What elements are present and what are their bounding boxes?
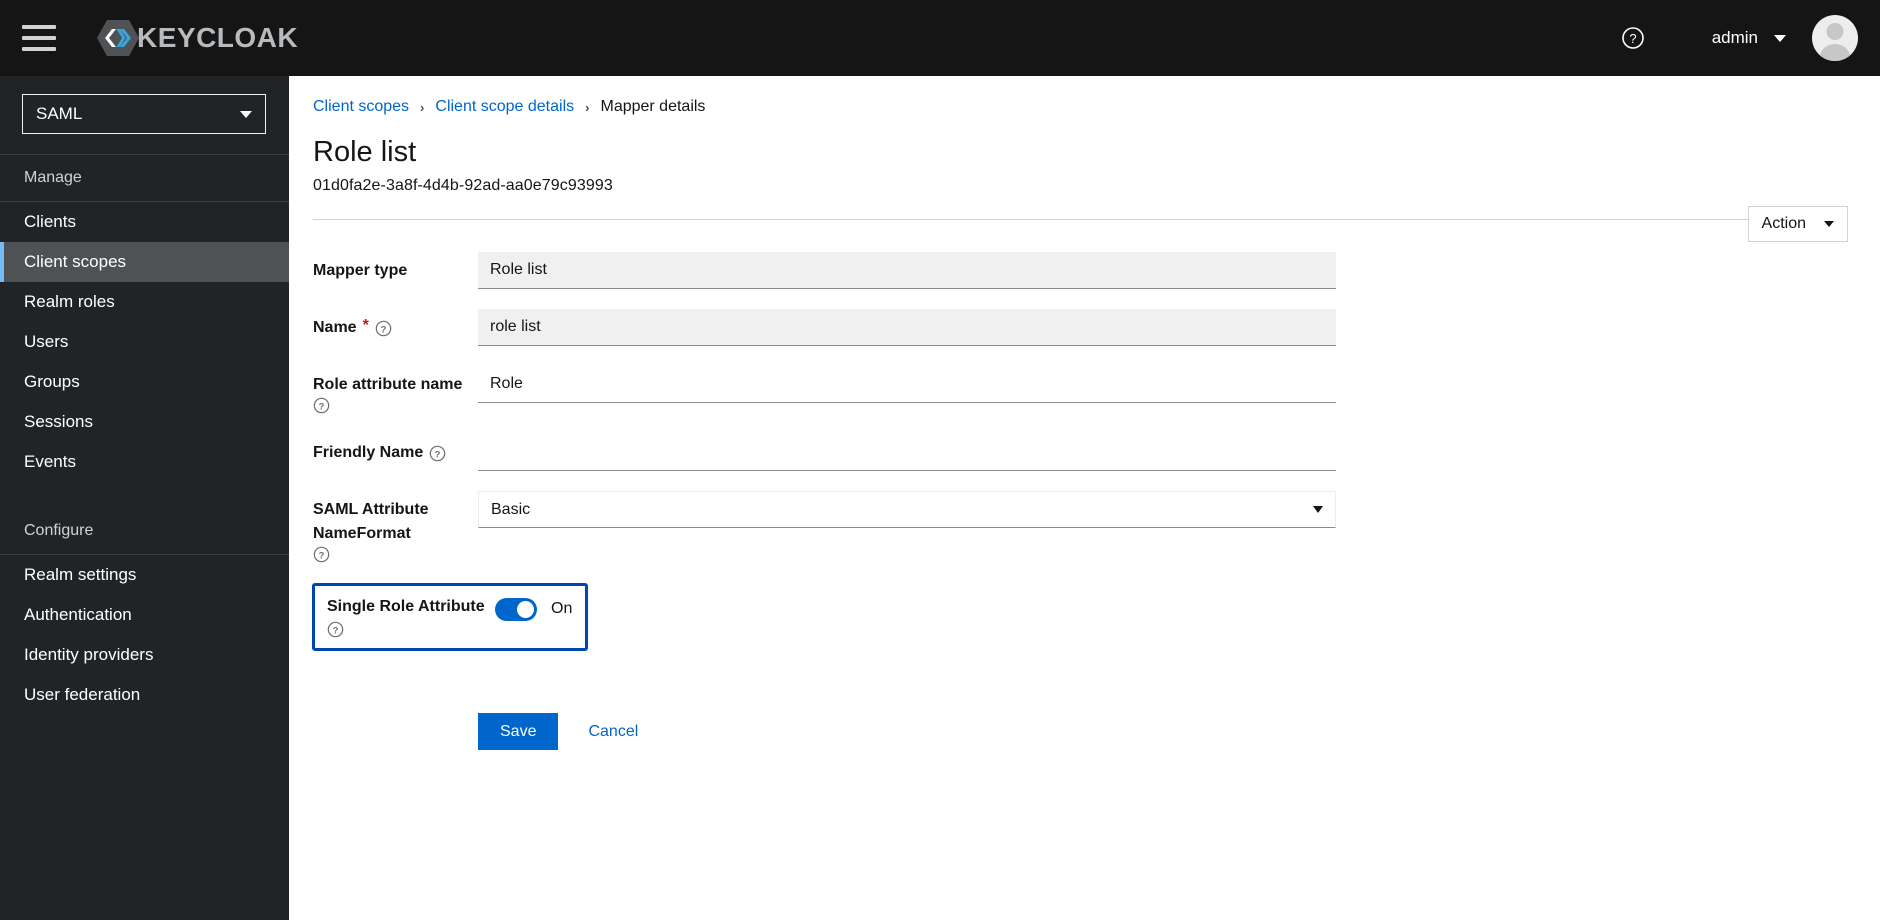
sidebar-item-events[interactable]: Events [0, 442, 289, 482]
friendly-name-label-text: Friendly Name [313, 444, 424, 461]
svg-text:?: ? [1629, 31, 1636, 46]
realm-selector-value: SAML [36, 104, 83, 123]
help-circle-icon[interactable]: ? [1612, 17, 1654, 59]
brand-text: KEYCLOAK [137, 22, 299, 53]
saml-attribute-nameformat-label-text: SAML Attribute NameFormat [313, 501, 429, 542]
name-input [478, 309, 1336, 346]
help-circle-glyph: ? [1621, 27, 1644, 49]
svg-text:?: ? [333, 625, 339, 636]
sidebar-item-realm-roles[interactable]: Realm roles [0, 282, 289, 322]
saml-attribute-nameformat-label: SAML Attribute NameFormat ? [313, 491, 478, 563]
header-divider [313, 219, 1848, 220]
role-attribute-name-input[interactable] [478, 366, 1336, 403]
action-dropdown-label: Action [1761, 215, 1806, 232]
name-label-text: Name [313, 319, 357, 336]
chevron-down-icon [1313, 506, 1323, 513]
svg-text:?: ? [319, 550, 325, 561]
sidebar-item-user-federation[interactable]: User federation [0, 675, 289, 715]
breadcrumb-item-client-scope-details[interactable]: Client scope details [435, 98, 574, 116]
friendly-name-input[interactable] [478, 434, 1336, 471]
sidebar-item-sessions[interactable]: Sessions [0, 402, 289, 442]
masthead-toolbar: ? admin [1612, 0, 1880, 76]
chevron-down-icon [1824, 221, 1834, 227]
single-role-attribute-toggle[interactable] [495, 598, 537, 621]
breadcrumb-item-current: Mapper details [600, 98, 706, 115]
sidebar-item-client-scopes[interactable]: Client scopes [0, 242, 289, 282]
help-circle-icon[interactable]: ? [375, 320, 392, 337]
form-row-name: Name * ? [313, 309, 1880, 346]
friendly-name-field [478, 434, 1336, 471]
friendly-name-label: Friendly Name ? [313, 434, 478, 465]
realm-selector-container: SAML [0, 76, 289, 154]
saml-attribute-nameformat-value: Basic [491, 500, 531, 518]
single-role-attribute-state: On [551, 600, 573, 617]
chevron-down-icon [1774, 34, 1786, 42]
help-circle-icon[interactable]: ? [313, 546, 330, 563]
mapper-type-label: Mapper type [313, 252, 478, 283]
svg-text:?: ? [435, 449, 441, 460]
save-button[interactable]: Save [478, 713, 559, 750]
help-circle-icon[interactable]: ? [429, 445, 446, 462]
role-attribute-name-label-text: Role attribute name [313, 376, 463, 393]
sidebar-item-users[interactable]: Users [0, 322, 289, 362]
svg-text:?: ? [319, 401, 325, 412]
brand-logo[interactable]: KEYCLOAK [96, 16, 298, 60]
form-row-mapper-type: Mapper type [313, 252, 1880, 289]
role-attribute-name-field [478, 366, 1336, 403]
mapper-type-label-text: Mapper type [313, 262, 408, 279]
single-role-attribute-row: Single Role Attribute ? On [312, 583, 588, 651]
sidebar-item-clients[interactable]: Clients [0, 202, 289, 242]
single-role-attribute-label-text: Single Role Attribute [327, 598, 485, 615]
svg-text:?: ? [380, 324, 386, 335]
avatar[interactable] [1812, 15, 1858, 61]
help-circle-icon[interactable]: ? [327, 621, 344, 638]
sidebar-item-realm-settings[interactable]: Realm settings [0, 555, 289, 595]
sidebar-item-identity-providers[interactable]: Identity providers [0, 635, 289, 675]
breadcrumb-item-client-scopes[interactable]: Client scopes [313, 98, 409, 116]
user-name: admin [1711, 28, 1758, 47]
breadcrumb-separator-icon: › [420, 99, 425, 115]
main-content: Client scopes › Client scope details › M… [289, 76, 1880, 920]
realm-selector[interactable]: SAML [22, 94, 266, 134]
user-menu-toggle[interactable]: admin [1712, 28, 1786, 48]
mapper-type-field [478, 252, 1336, 289]
action-dropdown-button[interactable]: Action [1747, 206, 1848, 242]
nav-group-title-configure: Configure [24, 522, 94, 539]
saml-attribute-nameformat-select[interactable]: Basic [478, 491, 1336, 528]
saml-attribute-nameformat-field: Basic [478, 491, 1336, 528]
name-label: Name * ? [313, 309, 478, 340]
single-role-attribute-label: Single Role Attribute ? [327, 596, 495, 638]
cancel-button[interactable]: Cancel [588, 713, 638, 750]
sidebar-item-groups[interactable]: Groups [0, 362, 289, 402]
nav-group-title-manage: Manage [24, 169, 82, 186]
required-marker: * [362, 317, 369, 334]
role-attribute-name-label: Role attribute name ? [313, 366, 478, 414]
mapper-type-input [478, 252, 1336, 289]
hamburger-icon[interactable] [22, 25, 56, 51]
form-row-friendly-name: Friendly Name ? [313, 434, 1880, 471]
page-header: Client scopes › Client scope details › M… [289, 76, 1880, 242]
page-title: Role list [313, 136, 417, 168]
breadcrumb-separator-icon: › [585, 99, 590, 115]
form-actions: Save Cancel [478, 713, 1880, 750]
masthead: KEYCLOAK ? admin [0, 0, 1880, 76]
hamburger-bar [22, 25, 56, 29]
hamburger-bar [22, 47, 56, 51]
mapper-details-form: Mapper type Name * ? Role attri [289, 220, 1880, 750]
name-field [478, 309, 1336, 346]
help-circle-icon[interactable]: ? [313, 397, 330, 414]
sidebar: SAML Manage Clients Client scopes Realm … [0, 76, 289, 920]
breadcrumb: Client scopes › Client scope details › M… [313, 98, 1848, 116]
form-row-saml-attribute-nameformat: SAML Attribute NameFormat ? Basic [313, 491, 1880, 563]
toggle-knob [517, 601, 534, 618]
chevron-down-icon [240, 110, 252, 118]
sidebar-item-authentication[interactable]: Authentication [0, 595, 289, 635]
page-subtitle-id: 01d0fa2e-3a8f-4d4b-92ad-aa0e79c93993 [313, 177, 613, 194]
form-row-role-attribute-name: Role attribute name ? [313, 366, 1880, 414]
keycloak-logo-icon [97, 20, 139, 56]
hamburger-bar [22, 36, 56, 40]
